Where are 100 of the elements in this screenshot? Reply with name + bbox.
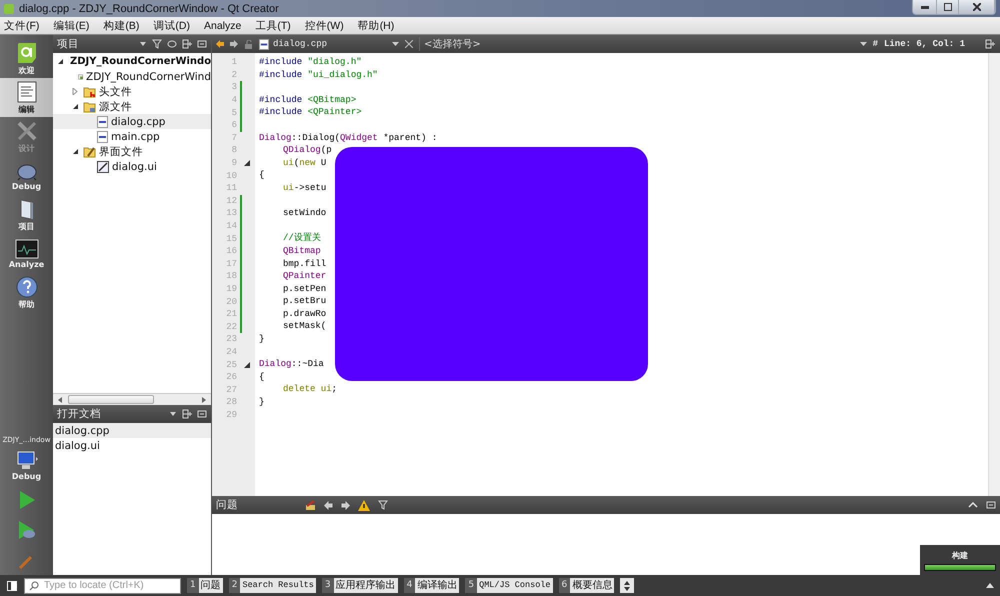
- horizontal-scrollbar[interactable]: [53, 393, 211, 405]
- minimize-icon: [920, 6, 928, 8]
- forward-icon[interactable]: [230, 40, 238, 48]
- dropdown-icon[interactable]: [139, 40, 147, 48]
- cursor-position: Line: 6, Col: 1: [884, 39, 966, 49]
- next-icon[interactable]: [341, 500, 350, 510]
- folder-icon: [18, 198, 34, 220]
- line-number: 20: [225, 296, 237, 307]
- mode-tab[interactable]: 项目: [0, 195, 53, 234]
- cpp-file-icon: [259, 38, 269, 50]
- clear-icon[interactable]: [304, 500, 316, 510]
- split-icon[interactable]: [182, 39, 192, 49]
- tree-item[interactable]: ZDJY_RoundCornerWindo: [53, 54, 211, 69]
- debug-run-icon[interactable]: [16, 520, 36, 540]
- mode-tab[interactable]: Analyze: [0, 234, 53, 273]
- line-number: 4: [230, 95, 237, 106]
- mode-tab[interactable]: 帮助: [0, 273, 53, 312]
- form-file-icon: [97, 160, 109, 172]
- run-icon[interactable]: [18, 490, 36, 510]
- line-number: 1: [230, 57, 237, 68]
- cpp-file-icon: [97, 116, 108, 128]
- fold-marker-icon[interactable]: [244, 160, 250, 166]
- locate-field[interactable]: Type to locate (Ctrl+K): [24, 578, 181, 594]
- dropdown-icon[interactable]: [169, 410, 177, 418]
- code-line: ui(new U: [283, 156, 326, 170]
- code-line: setWindo: [283, 207, 326, 220]
- folder-icon: [83, 86, 96, 98]
- vertical-scrollbar[interactable]: [988, 53, 1000, 496]
- mode-tab[interactable]: 欢迎: [0, 39, 53, 78]
- tree-item[interactable]: dialog.cpp: [53, 114, 211, 129]
- line-number: 17: [225, 258, 237, 269]
- expanded-arrow-icon[interactable]: [72, 103, 79, 110]
- line-number: 9: [230, 158, 237, 168]
- toggle-sidebar-icon[interactable]: [6, 580, 18, 592]
- menu-item[interactable]: 调试(D): [153, 18, 190, 32]
- line-number: 21: [225, 309, 237, 320]
- file-selector[interactable]: dialog.cpp: [259, 38, 399, 50]
- code-line: {: [259, 370, 264, 384]
- code-line: //设置关: [283, 232, 321, 245]
- fold-marker-icon[interactable]: [244, 362, 250, 368]
- split-icon[interactable]: [985, 39, 996, 49]
- tree-item[interactable]: dialog.ui: [53, 159, 211, 174]
- help-icon: [16, 276, 38, 298]
- previous-icon[interactable]: [324, 500, 333, 510]
- tree-item[interactable]: 头文件: [53, 84, 211, 99]
- qt-logo-icon: [16, 42, 38, 64]
- document-icon: [16, 80, 36, 102]
- code-line: }: [259, 396, 264, 409]
- code-line: #include <QBitmap>: [259, 94, 356, 106]
- code-line: ui->setu: [283, 182, 326, 195]
- menu-item[interactable]: 帮助(H): [358, 18, 394, 32]
- collapsed-arrow-icon[interactable]: [72, 88, 79, 95]
- tree-item[interactable]: 源文件: [53, 99, 211, 114]
- pane-switch-button[interactable]: [620, 578, 634, 593]
- menu-item[interactable]: 构建(B): [103, 18, 140, 32]
- close-icon[interactable]: [405, 40, 413, 48]
- filter-icon[interactable]: [378, 500, 388, 510]
- folder-icon: [83, 146, 96, 158]
- menu-item[interactable]: Analyze: [204, 20, 242, 32]
- panel-title: 项目: [57, 37, 80, 51]
- back-icon[interactable]: [216, 40, 224, 48]
- close-panel-icon[interactable]: [197, 409, 207, 419]
- computer-icon: [14, 450, 38, 470]
- line-number: 11: [225, 183, 237, 194]
- tree-item[interactable]: main.cpp: [53, 129, 211, 144]
- mode-tab[interactable]: 编辑: [0, 78, 53, 117]
- code-line: p.setBru: [283, 295, 326, 308]
- code-line: {: [259, 169, 264, 182]
- open-document-item[interactable]: dialog.cpp: [53, 423, 211, 438]
- maximize-icon: [944, 3, 952, 11]
- close-icon: [972, 3, 980, 11]
- menu-item[interactable]: 工具(T): [255, 18, 291, 32]
- expanded-arrow-icon[interactable]: [72, 148, 79, 155]
- tree-item[interactable]: 界面文件: [53, 144, 211, 159]
- open-document-item[interactable]: dialog.ui: [53, 438, 211, 453]
- close-panel-icon[interactable]: [197, 39, 207, 49]
- warning-icon[interactable]: [358, 500, 370, 510]
- mode-tab[interactable]: Debug: [0, 156, 53, 195]
- menu-item[interactable]: 编辑(E): [53, 18, 90, 32]
- collapse-icon[interactable]: [986, 583, 994, 588]
- code-line: delete ui;: [283, 383, 338, 396]
- code-line: QBitmap: [283, 244, 321, 258]
- line-number: 18: [225, 271, 237, 282]
- line-number: 13: [225, 208, 237, 218]
- menu-item[interactable]: 文件(F): [4, 18, 40, 32]
- pencil-ruler-icon: [16, 120, 38, 142]
- menu-item[interactable]: 控件(W): [304, 18, 344, 32]
- close-panel-icon[interactable]: [986, 500, 996, 510]
- split-icon[interactable]: [182, 409, 192, 419]
- target-selector[interactable]: Debug: [0, 446, 53, 485]
- maximize-panel-icon[interactable]: [968, 502, 978, 508]
- lock-icon[interactable]: [244, 40, 253, 48]
- line-number: 16: [225, 246, 237, 256]
- line-number: 7: [230, 132, 237, 143]
- expanded-arrow-icon[interactable]: [57, 58, 64, 65]
- line-number: 23: [225, 334, 237, 344]
- symbol-selector[interactable]: <选择符号>: [419, 37, 867, 51]
- tree-item[interactable]: ZDJY_RoundCornerWind: [53, 69, 211, 84]
- code-line: Dialog::~Dia: [259, 358, 324, 371]
- filter-icon[interactable]: [152, 39, 162, 49]
